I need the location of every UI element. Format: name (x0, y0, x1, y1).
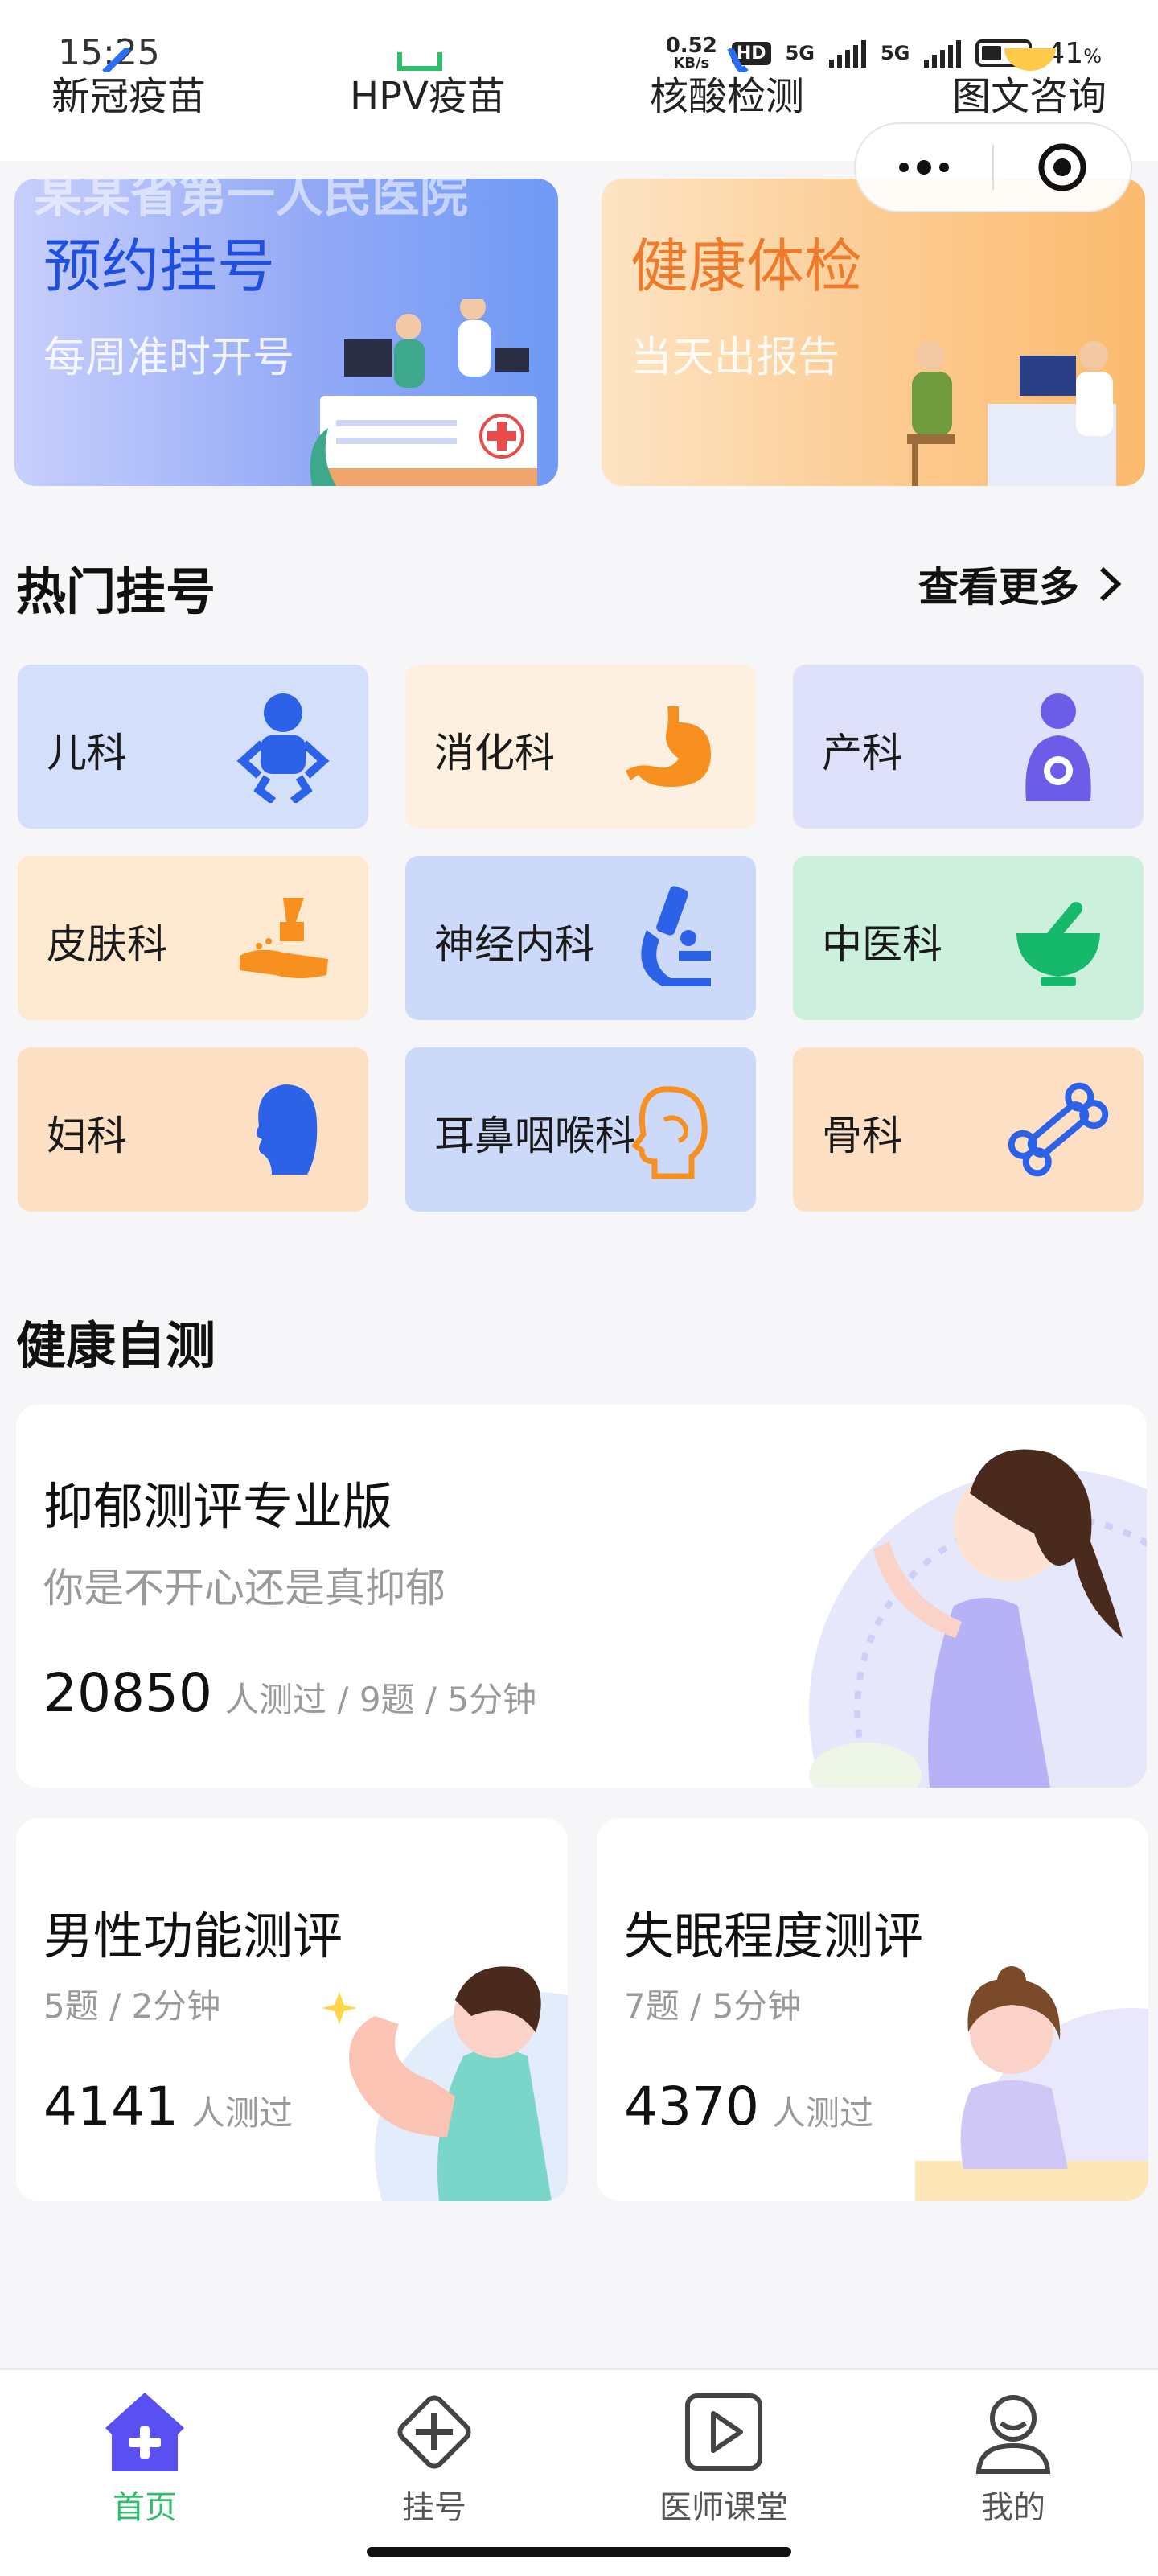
banner-checkup[interactable]: 健康体检 当天出报告 (602, 179, 1145, 486)
status-bar: 15:25 0.52 KB/s HD 5G 5G 41% (0, 0, 1158, 73)
banner-checkup-subtitle: 当天出报告 (630, 334, 840, 382)
test-card-title: 男性功能测评 (43, 1907, 343, 1965)
tab-doctor-class[interactable]: 医师课堂 (643, 2388, 804, 2528)
dept-label: 妇科 (47, 1113, 127, 1159)
see-more-link[interactable]: 查看更多 (918, 555, 1126, 613)
quick-item-covid-vaccine[interactable]: 新冠疫苗 (0, 64, 257, 121)
quick-nav: 新冠疫苗 HPV疫苗 核酸检测 图文咨询 (0, 48, 1158, 129)
tab-label: 我的 (981, 2489, 1045, 2526)
test-card-subtitle: 7题 / 5分钟 (624, 1986, 802, 2026)
plus-diamond-icon (397, 2395, 471, 2469)
tab-home[interactable]: 首页 (64, 2388, 225, 2528)
user-icon (975, 2395, 1051, 2474)
tab-label: 首页 (113, 2489, 177, 2526)
quick-item-hpv-vaccine[interactable]: HPV疫苗 (299, 64, 556, 121)
self-test-section-title: 健康自测 (16, 1316, 216, 1375)
dept-label: 产科 (822, 730, 902, 776)
test-card-stats: 4370 人测过 (624, 2076, 873, 2138)
skin-cream-icon (240, 898, 328, 978)
ent-head-icon (631, 1086, 708, 1179)
play-video-icon (685, 2393, 762, 2471)
dept-tcm[interactable]: 中医科 (793, 856, 1144, 1020)
dept-label: 骨科 (822, 1113, 902, 1159)
baby-icon (236, 693, 330, 803)
depression-illustration (809, 1449, 1147, 1788)
banner-appointment-title: 预约挂号 (43, 232, 276, 300)
quick-item-nucleic-test[interactable]: 核酸检测 (598, 64, 856, 121)
dept-pediatrics[interactable]: 儿科 (18, 665, 368, 829)
stomach-icon (626, 706, 711, 787)
test-count: 20850 (43, 1662, 212, 1724)
tab-label: 挂号 (402, 2489, 466, 2526)
hot-section-title: 热门挂号 (16, 562, 216, 621)
insomnia-illustration (915, 1966, 1148, 2201)
mother-baby-icon (1025, 693, 1091, 801)
dept-orthopedics[interactable]: 骨科 (793, 1047, 1144, 1212)
banner-appointment-subtitle: 每周准时开号 (43, 334, 295, 382)
bottom-tab-bar: 首页 挂号 医师课堂 我的 (0, 2368, 1158, 2576)
male-illustration (322, 1966, 568, 2201)
banner-checkup-title: 健康体检 (630, 232, 863, 300)
bone-icon (1008, 1082, 1109, 1177)
dept-dermatology[interactable]: 皮肤科 (18, 856, 368, 1020)
dept-label: 耳鼻咽喉科 (434, 1113, 635, 1159)
tab-register[interactable]: 挂号 (354, 2388, 515, 2528)
dept-label: 神经内科 (434, 921, 595, 968)
dept-ent[interactable]: 耳鼻咽喉科 (405, 1047, 756, 1212)
dept-label: 儿科 (47, 730, 127, 776)
test-card-subtitle: 5题 / 2分钟 (43, 1986, 221, 2026)
dept-obstetrics[interactable]: 产科 (793, 665, 1144, 829)
dept-neurology[interactable]: 神经内科 (405, 856, 756, 1020)
tab-label: 医师课堂 (659, 2489, 788, 2526)
mortar-icon (1016, 902, 1100, 986)
test-card-insomnia[interactable]: 失眠程度测评 7题 / 5分钟 4370 人测过 (597, 1818, 1148, 2201)
test-count: 4141 (43, 2076, 179, 2138)
test-card-title: 失眠程度测评 (624, 1907, 924, 1965)
test-card-stats: 20850 人测过 / 9题 / 5分钟 (43, 1662, 537, 1724)
reception-desk-illustration (310, 299, 537, 486)
test-count: 4370 (624, 2076, 759, 2138)
close-mini-program-button[interactable] (994, 124, 1131, 211)
test-card-stats: 4141 人测过 (43, 2076, 293, 2138)
tab-mine[interactable]: 我的 (933, 2388, 1094, 2528)
target-close-icon (1038, 143, 1086, 191)
banner-appointment[interactable]: 某某省第一人民医院 预约挂号 每周准时开号 (14, 179, 558, 486)
dept-label: 中医科 (822, 921, 942, 968)
quick-item-consult[interactable]: 图文咨询 (901, 64, 1158, 121)
home-icon (105, 2393, 184, 2471)
test-card-title: 抑郁测评专业版 (43, 1477, 393, 1536)
dept-gastroenterology[interactable]: 消化科 (405, 665, 756, 829)
dept-label: 皮肤科 (47, 921, 167, 968)
woman-head-icon (256, 1084, 318, 1175)
chevron-right-icon (1099, 566, 1122, 602)
mini-program-capsule (854, 122, 1132, 212)
microscope-icon (641, 886, 711, 986)
dept-gynecology[interactable]: 妇科 (18, 1047, 368, 1212)
home-indicator (367, 2547, 791, 2557)
test-card-subtitle: 你是不开心还是真抑郁 (43, 1565, 446, 1611)
test-card-male-function[interactable]: 男性功能测评 5题 / 2分钟 4141 人测过 (16, 1818, 568, 2201)
doctor-patient-illustration (907, 341, 1116, 486)
more-button[interactable] (856, 124, 992, 211)
dept-label: 消化科 (434, 730, 555, 776)
more-dots-icon (899, 160, 949, 175)
test-card-depression[interactable]: 抑郁测评专业版 你是不开心还是真抑郁 20850 人测过 / 9题 / 5分钟 (16, 1405, 1147, 1788)
